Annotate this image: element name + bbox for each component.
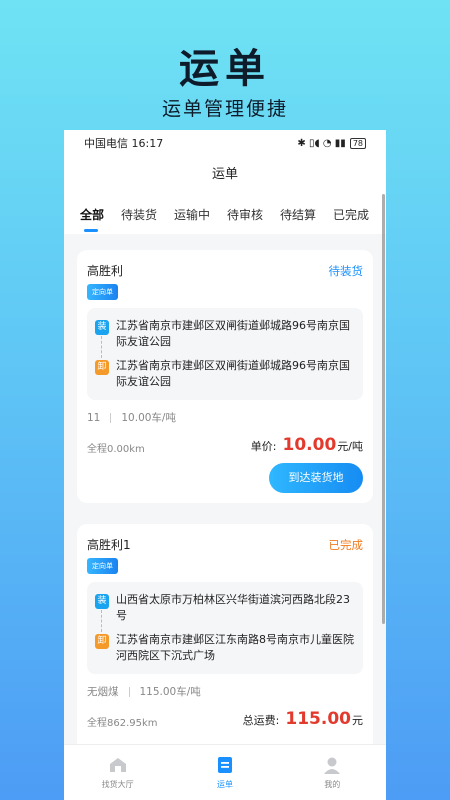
order-type-tag: 定向单 [87, 284, 118, 300]
order-type-tag: 定向单 [87, 558, 118, 574]
price-unit: 元/吨 [337, 440, 363, 453]
unload-address: 江苏省南京市建邺区江东南路8号南京市儿童医院河西院区下沉式广场 [116, 633, 354, 662]
arrive-load-button[interactable]: 到达装货地 [269, 463, 363, 493]
cargo-name: 无烟煤 [87, 686, 119, 698]
price: 单价: 10.00 元/吨 [251, 435, 363, 455]
price-unit: 元 [352, 714, 363, 727]
divider [110, 412, 112, 423]
hero-subtitle: 运单管理便捷 [161, 98, 288, 120]
shipper-name: 高胜利1 [87, 538, 131, 552]
price-value: 115.00 [285, 709, 351, 729]
price-value: 10.00 [282, 435, 337, 455]
hero-title: 运单 [179, 46, 271, 92]
cargo-name: 11 [87, 411, 101, 424]
bottom-nav: 找货大厅 运单 我的 [64, 744, 386, 800]
load-address: 山西省太原市万柏林区兴华街道滨河西路北段23号 [116, 593, 350, 622]
nav-item-waybill[interactable]: 运单 [185, 755, 265, 790]
load-icon: 装 [95, 594, 109, 609]
page-title: 运单 [64, 156, 386, 194]
status-badge: 待装货 [328, 263, 364, 278]
nav-label: 我的 [324, 780, 341, 789]
nav-label: 运单 [216, 780, 233, 789]
home-icon [109, 758, 126, 772]
nav-item-mine[interactable]: 我的 [292, 755, 372, 790]
divider [128, 686, 130, 697]
cargo-info: 无烟煤 115.00车/吨 [87, 684, 363, 699]
price: 总运费: 115.00 元 [243, 709, 363, 729]
tab-pending-review[interactable]: 待审核 [227, 206, 263, 223]
tab-in-transit[interactable]: 运输中 [174, 206, 210, 223]
cargo-info: 11 10.00车/吨 [87, 410, 363, 425]
signal-icons: ✱ ▯◖ ◔ ▮▮ [297, 137, 346, 149]
route-connector [101, 610, 102, 632]
price-label: 总运费: [242, 714, 280, 727]
tab-all[interactable]: 全部 [80, 206, 104, 232]
distance: 全程0.00km [87, 444, 145, 455]
shipper-name: 高胜利 [87, 264, 124, 278]
load-address: 江苏省南京市建邺区双闸街道邺城路96号南京国际友谊公园 [116, 319, 350, 348]
load-icon: 装 [95, 320, 109, 335]
tab-pending-load[interactable]: 待装货 [121, 206, 157, 223]
tab-pending-settlement[interactable]: 待结算 [280, 206, 316, 223]
nav-label: 找货大厅 [101, 780, 134, 789]
status-icons: ✱ ▯◖ ◔ ▮▮ 78 [297, 137, 366, 149]
status-bar: 中国电信 16:17 ✱ ▯◖ ◔ ▮▮ 78 [64, 130, 386, 156]
cargo-quantity: 115.00车/吨 [139, 686, 201, 698]
scrollbar[interactable] [382, 194, 385, 624]
cargo-quantity: 10.00车/吨 [121, 412, 176, 424]
route-box: 装 山西省太原市万柏林区兴华街道滨河西路北段23号 卸 江苏省南京市建邺区江东南… [87, 582, 363, 674]
carrier-time: 中国电信 16:17 [84, 137, 164, 150]
price-label: 单价: [250, 440, 277, 453]
unload-icon: 卸 [95, 360, 109, 375]
route-box: 装 江苏省南京市建邺区双闸街道邺城路96号南京国际友谊公园 卸 江苏省南京市建邺… [87, 308, 363, 400]
tab-completed[interactable]: 已完成 [333, 206, 369, 223]
waybill-icon [217, 757, 232, 773]
unload-icon: 卸 [95, 634, 109, 649]
status-tabs: 全部 待装货 运输中 待审核 待结算 已完成 [64, 194, 386, 234]
battery-icon: 78 [349, 137, 366, 149]
order-card[interactable]: 高胜利1 已完成 定向单 装 山西省太原市万柏林区兴华街道滨河西路北段23号 卸… [77, 524, 373, 754]
order-card[interactable]: 高胜利 待装货 定向单 装 江苏省南京市建邺区双闸街道邺城路96号南京国际友谊公… [77, 250, 373, 503]
user-icon [324, 757, 341, 774]
distance: 全程862.95km [87, 718, 158, 729]
nav-item-cargo-hall[interactable]: 找货大厅 [78, 755, 158, 790]
phone-screen: 中国电信 16:17 ✱ ▯◖ ◔ ▮▮ 78 运单 全部 待装货 运输中 待审… [64, 130, 386, 800]
unload-address: 江苏省南京市建邺区双闸街道邺城路96号南京国际友谊公园 [116, 359, 350, 388]
route-connector [101, 336, 102, 358]
status-badge: 已完成 [328, 537, 364, 552]
